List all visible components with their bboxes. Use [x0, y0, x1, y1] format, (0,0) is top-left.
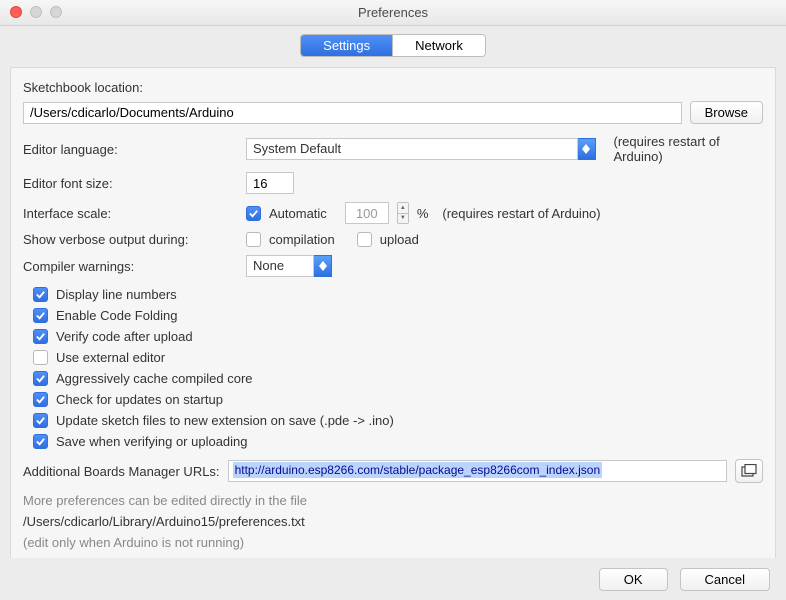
- compiler-value: None: [246, 255, 314, 277]
- footer-path: /Users/cdicarlo/Library/Arduino15/prefer…: [23, 512, 763, 533]
- verbose-upload-label: upload: [380, 232, 419, 247]
- settings-panel: Sketchbook location: Browse Editor langu…: [10, 67, 776, 570]
- expand-urls-button[interactable]: [735, 459, 763, 483]
- cancel-button[interactable]: Cancel: [680, 568, 770, 591]
- boards-url-label: Additional Boards Manager URLs:: [23, 464, 220, 479]
- enable-code-folding-label: Enable Code Folding: [56, 308, 177, 323]
- update-ext-label: Update sketch files to new extension on …: [56, 413, 394, 428]
- language-value: System Default: [246, 138, 578, 160]
- footer-line1: More preferences can be edited directly …: [23, 491, 763, 512]
- fontsize-label: Editor font size:: [23, 176, 238, 191]
- save-on-verify-checkbox[interactable]: [33, 434, 48, 449]
- boards-url-input[interactable]: http://arduino.esp8266.com/stable/packag…: [228, 460, 727, 482]
- display-line-numbers-label: Display line numbers: [56, 287, 177, 302]
- display-line-numbers-checkbox[interactable]: [33, 287, 48, 302]
- footer-line2: (edit only when Arduino is not running): [23, 533, 763, 554]
- verbose-upload-checkbox[interactable]: [357, 232, 372, 247]
- scale-auto-checkbox[interactable]: [246, 206, 261, 221]
- verbose-compilation-checkbox[interactable]: [246, 232, 261, 247]
- scale-hint: (requires restart of Arduino): [442, 206, 600, 221]
- check-updates-label: Check for updates on startup: [56, 392, 223, 407]
- language-hint: (requires restart of Arduino): [614, 134, 763, 164]
- tab-network[interactable]: Network: [393, 35, 485, 56]
- compiler-label: Compiler warnings:: [23, 259, 238, 274]
- use-external-editor-label: Use external editor: [56, 350, 165, 365]
- ok-button[interactable]: OK: [599, 568, 668, 591]
- traffic-lights: [10, 6, 62, 18]
- scale-stepper[interactable]: ▲ ▼: [397, 202, 409, 224]
- use-external-editor-checkbox[interactable]: [33, 350, 48, 365]
- boards-url-value: http://arduino.esp8266.com/stable/packag…: [233, 462, 603, 478]
- scale-value-input[interactable]: [345, 202, 389, 224]
- scale-auto-label: Automatic: [269, 206, 327, 221]
- tab-settings[interactable]: Settings: [301, 35, 393, 56]
- compiler-warnings-select[interactable]: None: [246, 255, 332, 277]
- language-label: Editor language:: [23, 142, 238, 157]
- enable-code-folding-checkbox[interactable]: [33, 308, 48, 323]
- browse-button[interactable]: Browse: [690, 101, 763, 124]
- sketchbook-label: Sketchbook location:: [23, 80, 763, 95]
- aggressive-cache-label: Aggressively cache compiled core: [56, 371, 253, 386]
- chevron-down-icon[interactable]: ▼: [398, 214, 408, 224]
- save-on-verify-label: Save when verifying or uploading: [56, 434, 248, 449]
- chevron-updown-icon[interactable]: [578, 138, 596, 160]
- verbose-compilation-label: compilation: [269, 232, 335, 247]
- segmented-control: Settings Network: [300, 34, 486, 57]
- aggressive-cache-checkbox[interactable]: [33, 371, 48, 386]
- verify-after-upload-label: Verify code after upload: [56, 329, 193, 344]
- verbose-label: Show verbose output during:: [23, 232, 238, 247]
- window-icon: [741, 464, 757, 478]
- fontsize-input[interactable]: [246, 172, 294, 194]
- maximize-icon[interactable]: [50, 6, 62, 18]
- chevron-up-icon[interactable]: ▲: [398, 203, 408, 214]
- tabbar: Settings Network: [0, 26, 786, 57]
- scale-label: Interface scale:: [23, 206, 238, 221]
- scale-percent: %: [417, 206, 429, 221]
- window-title: Preferences: [358, 5, 428, 20]
- sketchbook-path-input[interactable]: [23, 102, 682, 124]
- verify-after-upload-checkbox[interactable]: [33, 329, 48, 344]
- chevron-updown-icon[interactable]: [314, 255, 332, 277]
- language-select[interactable]: System Default: [246, 138, 596, 160]
- close-icon[interactable]: [10, 6, 22, 18]
- bottom-bar: OK Cancel: [0, 558, 786, 600]
- titlebar: Preferences: [0, 0, 786, 26]
- check-updates-checkbox[interactable]: [33, 392, 48, 407]
- update-ext-checkbox[interactable]: [33, 413, 48, 428]
- minimize-icon[interactable]: [30, 6, 42, 18]
